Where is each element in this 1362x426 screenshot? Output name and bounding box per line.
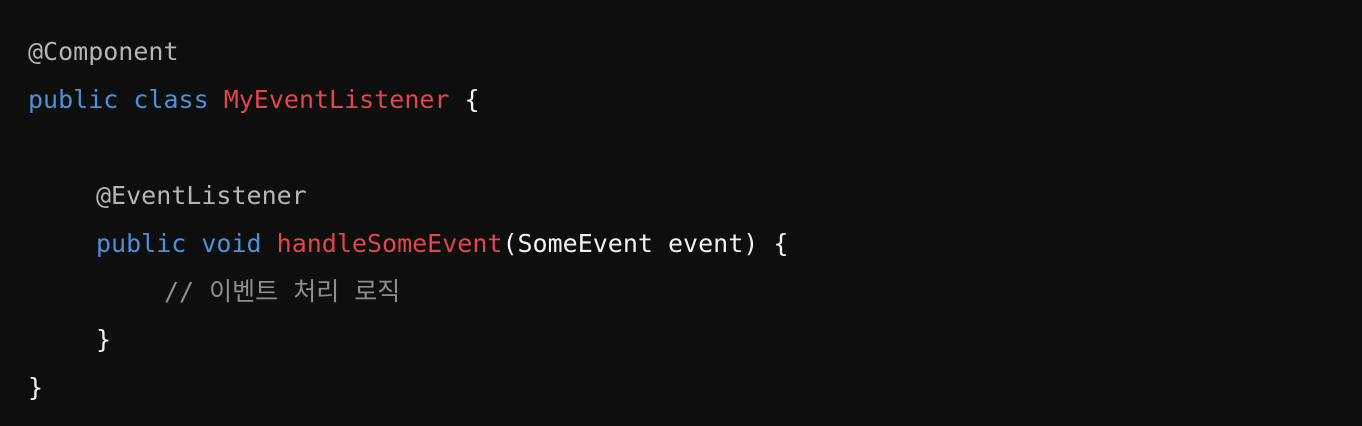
code-line-2: public class MyEventListener { [28, 76, 1362, 124]
class-name: MyEventListener [223, 85, 450, 114]
brace-open: { [464, 85, 480, 114]
code-block: @Component public class MyEventListener … [0, 0, 1362, 426]
code-line-1: @Component [28, 28, 1362, 76]
keyword-public: public [96, 229, 187, 258]
class-brace-close: } [28, 373, 44, 402]
keyword-class: class [133, 85, 209, 114]
method-params: (SomeEvent event) { [502, 229, 789, 258]
keyword-public: public [28, 85, 119, 114]
code-line-7: } [28, 316, 1362, 364]
annotation-component: @Component [28, 37, 179, 66]
code-line-5: public void handleSomeEvent(SomeEvent ev… [28, 220, 1362, 268]
annotation-event-listener: @EventListener [96, 181, 307, 210]
method-brace-close: } [96, 325, 112, 354]
keyword-void: void [201, 229, 262, 258]
code-line-4: @EventListener [28, 172, 1362, 220]
code-line-6: // 이벤트 처리 로직 [28, 268, 1362, 316]
code-line-8: } [28, 364, 1362, 412]
method-name: handleSomeEvent [276, 229, 503, 258]
code-line-3-blank [28, 124, 1362, 172]
code-comment: // 이벤트 처리 로직 [164, 277, 401, 306]
